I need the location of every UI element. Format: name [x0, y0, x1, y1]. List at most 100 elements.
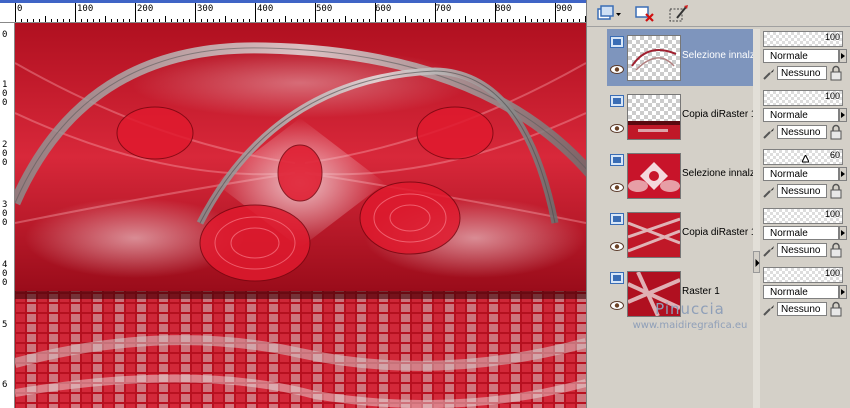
- raster-layer-icon[interactable]: [610, 154, 624, 166]
- ruler-tick: [429, 19, 430, 22]
- ruler-tick: [255, 3, 256, 22]
- blend-mode-select[interactable]: Normale: [763, 167, 839, 181]
- ruler-tick: [231, 19, 232, 22]
- eye-icon[interactable]: [610, 183, 624, 192]
- ruler-tick: [159, 19, 160, 22]
- mask-select[interactable]: Nessuno: [777, 184, 827, 198]
- lock-icon[interactable]: [829, 124, 843, 140]
- layers-scrollbar[interactable]: [753, 29, 760, 408]
- ruler-tick: [411, 19, 412, 22]
- ruler-tick: [567, 19, 568, 22]
- eye-icon[interactable]: [610, 124, 624, 133]
- opacity-slider[interactable]: 60: [763, 149, 843, 165]
- ruler-tick: [507, 19, 508, 22]
- raster-layer-icon[interactable]: [610, 95, 624, 107]
- lock-icon[interactable]: [829, 301, 843, 317]
- ruler-tick: [531, 19, 532, 22]
- opacity-slider[interactable]: 100: [763, 208, 843, 224]
- blend-mode-arrow-icon[interactable]: [839, 285, 847, 299]
- lock-icon[interactable]: [829, 242, 843, 258]
- layer-properties-row: 100 Normale Nessuno: [763, 88, 847, 145]
- ruler-tick: [165, 16, 166, 22]
- mask-select[interactable]: Nessuno: [777, 125, 827, 139]
- eye-icon[interactable]: [610, 65, 624, 74]
- ruler-tick: [105, 16, 106, 22]
- layer-name: Selezione innalza: [682, 50, 755, 61]
- ruler-tick: [441, 19, 442, 22]
- new-layer-icon: [597, 5, 621, 20]
- eye-icon[interactable]: [610, 242, 624, 251]
- ruler-tick: [579, 19, 580, 22]
- ruler-tick: [195, 3, 196, 22]
- layer-row[interactable]: Selezione innalza: [607, 147, 755, 204]
- raster-layer-icon[interactable]: [610, 272, 624, 284]
- ruler-tick: [489, 19, 490, 22]
- mask-select[interactable]: Nessuno: [777, 302, 827, 316]
- ruler-tick: [423, 19, 424, 22]
- ruler-tick: [375, 3, 376, 22]
- lock-icon[interactable]: [829, 65, 843, 81]
- scroll-arrow-button[interactable]: [753, 251, 760, 273]
- ruler-tick: [543, 19, 544, 22]
- ruler-tick: [279, 19, 280, 22]
- edit-selection-button[interactable]: [667, 3, 691, 25]
- ruler-label: 3 0 0: [2, 200, 8, 228]
- layer-properties: 100 Normale Nessuno 100 Normale Nessuno 60 Norm…: [761, 29, 850, 408]
- layer-row[interactable]: Selezione innalza: [607, 29, 755, 86]
- blend-mode-arrow-icon[interactable]: [839, 226, 847, 240]
- ruler-tick: [339, 19, 340, 22]
- blend-mode-select[interactable]: Normale: [763, 108, 839, 122]
- ruler-tick: [351, 19, 352, 22]
- slider-marker-icon[interactable]: [802, 155, 809, 163]
- ruler-tick: [483, 19, 484, 22]
- watermark-title: Pinuccia: [655, 300, 725, 318]
- layer-row[interactable]: Copia diRaster 1: [607, 206, 755, 263]
- mask-select[interactable]: Nessuno: [777, 66, 827, 80]
- ruler-tick: [273, 19, 274, 22]
- layer-name: Raster 1: [682, 286, 720, 297]
- blend-mode-select[interactable]: Normale: [763, 49, 839, 63]
- ruler-tick: [477, 19, 478, 22]
- ruler-tick: [393, 19, 394, 22]
- opacity-slider[interactable]: 100: [763, 31, 843, 47]
- blend-mode-arrow-icon[interactable]: [839, 167, 847, 181]
- ruler-tick: [39, 19, 40, 22]
- ruler-tick: [447, 19, 448, 22]
- opacity-slider[interactable]: 100: [763, 90, 843, 106]
- blend-mode-arrow-icon[interactable]: [839, 108, 847, 122]
- new-layer-dropdown-button[interactable]: [595, 3, 623, 25]
- blend-mode-select[interactable]: Normale: [763, 226, 839, 240]
- ruler-tick: [333, 19, 334, 22]
- ruler-tick: [213, 19, 214, 22]
- raster-layer-icon[interactable]: [610, 36, 624, 48]
- brush-icon: [763, 69, 774, 80]
- ruler-tick: [141, 19, 142, 22]
- ruler-tick: [399, 19, 400, 22]
- image-canvas[interactable]: [15, 23, 586, 408]
- layer-properties-row: 100 Normale Nessuno: [763, 29, 847, 86]
- mask-select[interactable]: Nessuno: [777, 243, 827, 257]
- ruler-tick: [243, 19, 244, 22]
- raster-layer-icon[interactable]: [610, 213, 624, 225]
- opacity-value: 60: [829, 150, 840, 160]
- layer-row[interactable]: Copia diRaster 1: [607, 88, 755, 145]
- opacity-value: 100: [824, 91, 840, 101]
- ruler-label: 1 0 0: [2, 80, 8, 108]
- blend-mode-select[interactable]: Normale: [763, 285, 839, 299]
- ruler-tick: [237, 19, 238, 22]
- ruler-tick: [219, 19, 220, 22]
- ruler-tick: [99, 19, 100, 22]
- opacity-slider[interactable]: 100: [763, 267, 843, 283]
- ruler-label: 300: [197, 4, 214, 14]
- ruler-tick: [537, 19, 538, 22]
- blend-mode-arrow-icon[interactable]: [839, 49, 847, 63]
- ruler-tick: [435, 3, 436, 22]
- vertical-ruler: 0 1 0 0 2 0 0 3 0 0 4 0 0 5 6: [0, 23, 15, 408]
- delete-layer-button[interactable]: [633, 3, 657, 25]
- lock-icon[interactable]: [829, 183, 843, 199]
- ruler-tick: [387, 19, 388, 22]
- ruler-tick: [369, 19, 370, 22]
- ruler-tick: [549, 19, 550, 22]
- ruler-tick: [129, 19, 130, 22]
- brush-icon: [763, 246, 774, 257]
